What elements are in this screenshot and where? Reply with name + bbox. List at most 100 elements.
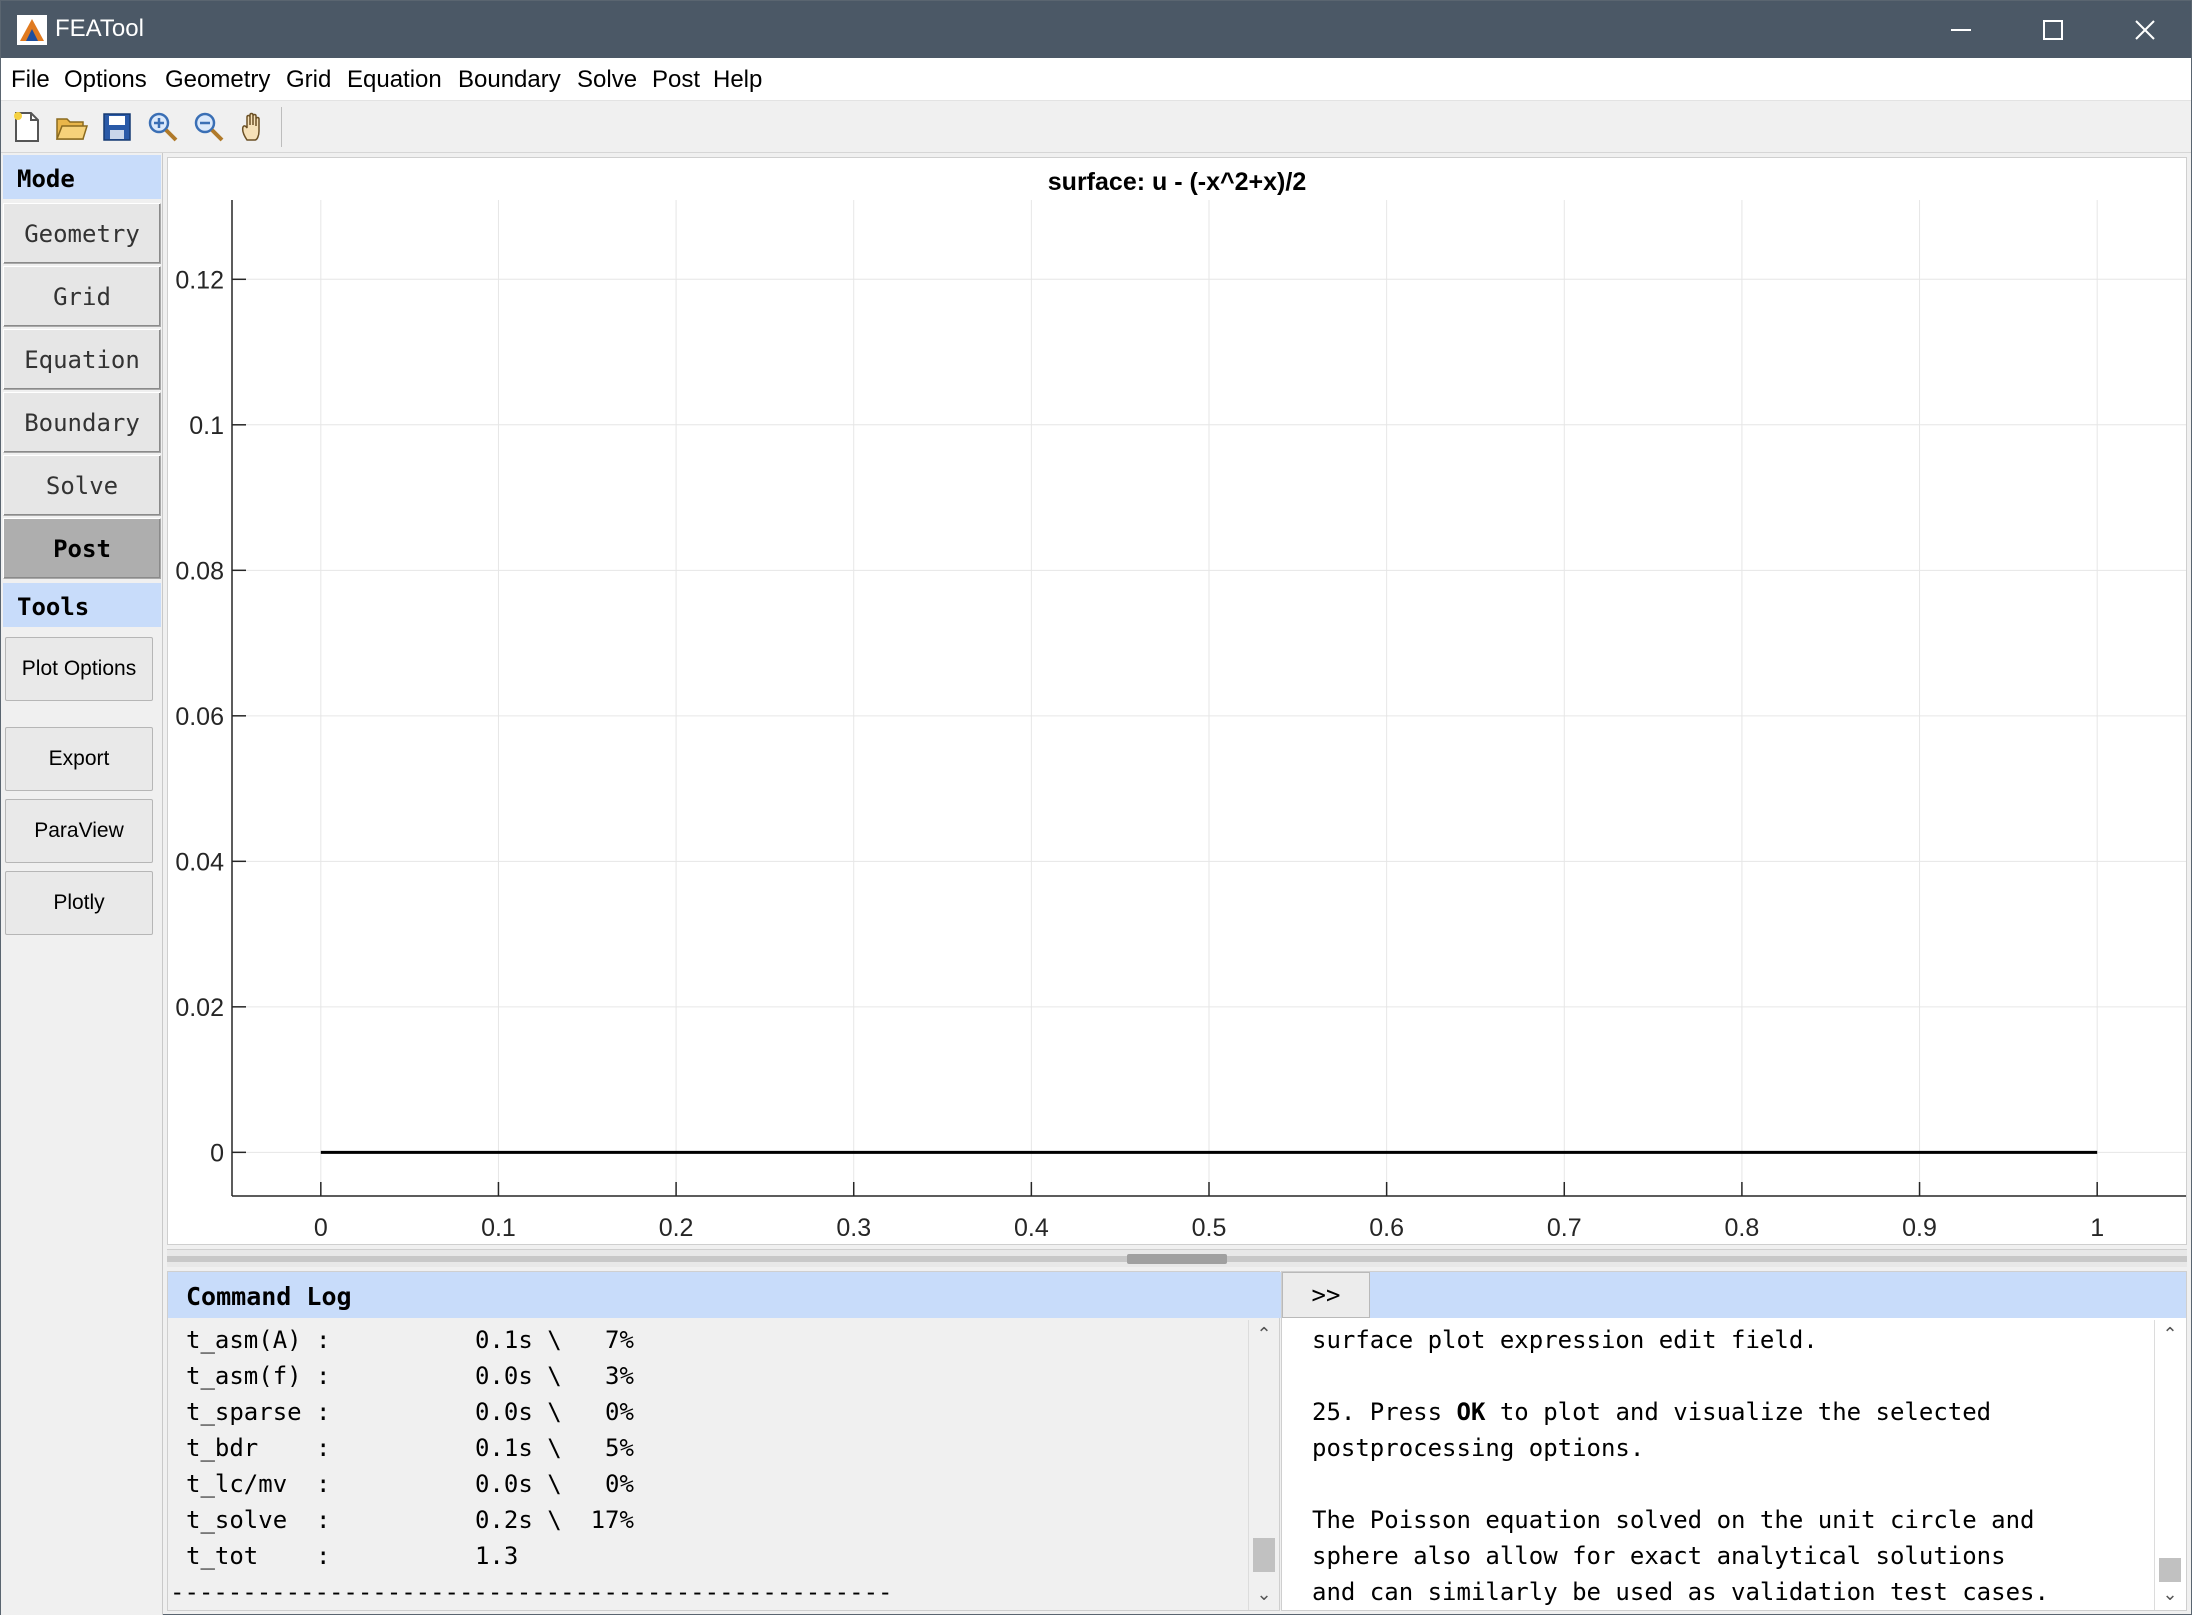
- help-line-step: 25. Press OK to plot and visualize the s…: [1312, 1398, 1991, 1426]
- app-window: FEATool File Options Geometry Grid Equat…: [0, 0, 2192, 1615]
- title-bar: FEATool: [1, 1, 2191, 58]
- help-line: and can similarly be used as validation …: [1312, 1578, 2049, 1606]
- help-step-prefix: 25. Press: [1312, 1398, 1457, 1426]
- minimize-icon: [1951, 28, 1971, 31]
- plotly-button[interactable]: Plotly: [5, 871, 153, 935]
- minimize-button[interactable]: [1915, 1, 2007, 58]
- x-tick-label: 0.8: [1725, 1214, 1760, 1242]
- featool-logo-icon: [17, 15, 47, 45]
- paraview-button[interactable]: ParaView: [5, 799, 153, 863]
- zoom-in-button[interactable]: [143, 107, 183, 147]
- x-tick-label: 0.9: [1902, 1214, 1937, 1242]
- plot-axes[interactable]: 0 0.1 0.2 0.3 0.4 0.5 0.6 0.7 0.8 0.9 1 0 0.02 0.04 0.…: [168, 158, 2186, 1244]
- scroll-down-icon[interactable]: ⌄: [1249, 1580, 1279, 1608]
- window-title: FEATool: [55, 15, 144, 42]
- new-file-icon: [14, 112, 39, 142]
- zoom-out-button[interactable]: [189, 107, 229, 147]
- menu-equation[interactable]: Equation: [347, 66, 442, 94]
- menu-options[interactable]: Options: [64, 66, 147, 94]
- expand-help-button[interactable]: >>: [1282, 1272, 1370, 1318]
- menu-file[interactable]: File: [11, 66, 50, 94]
- export-button[interactable]: Export: [5, 727, 153, 791]
- help-line: postprocessing options.: [1312, 1434, 1645, 1462]
- menu-boundary[interactable]: Boundary: [458, 66, 561, 94]
- x-tick-label: 0: [314, 1214, 328, 1242]
- command-log-header: Command Log: [168, 1272, 1281, 1318]
- y-tick-label: 0.08: [175, 557, 224, 585]
- toolbar-separator: [281, 107, 282, 147]
- pan-hand-icon: [241, 112, 260, 141]
- save-button[interactable]: [97, 107, 137, 147]
- mode-geometry-button[interactable]: Geometry: [3, 203, 161, 264]
- help-text[interactable]: surface plot expression edit field. 25. …: [1282, 1320, 2154, 1610]
- open-folder-icon: [55, 118, 88, 140]
- y-tick-label: 0: [210, 1139, 224, 1167]
- mode-grid-button[interactable]: Grid: [3, 266, 161, 327]
- scroll-up-icon[interactable]: ⌃: [1249, 1320, 1279, 1348]
- y-tick-label: 0.12: [175, 266, 224, 294]
- log-line: t_sparse : 0.0s \ 0%: [186, 1398, 634, 1426]
- scroll-up-icon[interactable]: ⌃: [2155, 1320, 2185, 1348]
- menu-bar: File Options Geometry Grid Equation Boun…: [1, 58, 2191, 101]
- x-tick-label: 1: [2090, 1214, 2104, 1242]
- x-tick-label: 0.7: [1547, 1214, 1582, 1242]
- panel-splitter[interactable]: [167, 1249, 2187, 1267]
- pan-button[interactable]: [235, 107, 275, 147]
- plot-options-button[interactable]: Plot Options: [5, 637, 153, 701]
- scroll-thumb[interactable]: [1253, 1538, 1275, 1572]
- mode-post-button[interactable]: Post: [3, 518, 161, 579]
- x-tick-label: 0.3: [836, 1214, 871, 1242]
- close-icon: [2135, 19, 2155, 40]
- help-step-suffix: to plot and visualize the selected: [1485, 1398, 1992, 1426]
- log-line: t_asm(A) : 0.1s \ 7%: [186, 1326, 634, 1354]
- x-tick-label: 0.4: [1014, 1214, 1049, 1242]
- log-line: t_bdr : 0.1s \ 5%: [186, 1434, 634, 1462]
- mode-header: Mode: [3, 155, 161, 199]
- x-tick-label: 0.1: [481, 1214, 516, 1242]
- y-tick-label: 0.1: [189, 412, 224, 440]
- mode-solve-button[interactable]: Solve: [3, 455, 161, 516]
- command-log-text[interactable]: t_asm(A) : 0.1s \ 7% t_asm(f) : 0.0s \ 3…: [168, 1320, 1248, 1610]
- sidebar: Mode Geometry Grid Equation Boundary Sol…: [1, 153, 163, 1615]
- x-tick-label: 0.2: [659, 1214, 694, 1242]
- log-line: t_solve : 0.2s \ 17%: [186, 1506, 634, 1534]
- y-tick-label: 0.04: [175, 848, 224, 876]
- open-file-button[interactable]: [51, 107, 91, 147]
- maximize-icon: [2043, 19, 2063, 40]
- menu-geometry[interactable]: Geometry: [165, 66, 270, 94]
- help-scrollbar[interactable]: ⌃ ⌄: [2154, 1320, 2184, 1610]
- log-line: ----------------------------------------…: [170, 1578, 893, 1606]
- menu-help[interactable]: Help: [713, 66, 762, 94]
- save-icon: [103, 113, 131, 141]
- splitter-handle[interactable]: [1127, 1254, 1227, 1264]
- log-line: t_asm(f) : 0.0s \ 3%: [186, 1362, 634, 1390]
- help-panel: >> surface plot expression edit field. 2…: [1281, 1271, 2187, 1611]
- x-tick-label: 0.5: [1192, 1214, 1227, 1242]
- maximize-button[interactable]: [2007, 1, 2099, 58]
- scroll-thumb[interactable]: [2159, 1558, 2181, 1582]
- menu-solve[interactable]: Solve: [577, 66, 637, 94]
- scroll-down-icon[interactable]: ⌄: [2155, 1580, 2185, 1608]
- help-step-ok: OK: [1456, 1398, 1486, 1426]
- log-line: t_tot : 1.3: [186, 1542, 519, 1570]
- close-button[interactable]: [2099, 1, 2191, 58]
- mode-equation-button[interactable]: Equation: [3, 329, 161, 390]
- tools-header: Tools: [3, 583, 161, 627]
- toolbar: [1, 101, 2191, 153]
- y-tick-label: 0.06: [175, 703, 224, 731]
- mode-boundary-button[interactable]: Boundary: [3, 392, 161, 453]
- menu-grid[interactable]: Grid: [286, 66, 331, 94]
- plot-panel: surface: u - (-x^2+x)/2 0 0.1 0.2 0.3 0.4 0.5…: [167, 157, 2187, 1245]
- help-header: [1370, 1272, 2186, 1318]
- log-line: t_lc/mv : 0.0s \ 0%: [186, 1470, 634, 1498]
- command-log-scrollbar[interactable]: ⌃ ⌄: [1248, 1320, 1278, 1610]
- zoom-in-icon: [148, 112, 178, 142]
- y-tick-label: 0.02: [175, 994, 224, 1022]
- x-tick-label: 0.6: [1369, 1214, 1404, 1242]
- zoom-out-icon: [194, 112, 224, 142]
- help-line: surface plot expression edit field.: [1312, 1326, 1818, 1354]
- command-log-panel: Command Log t_asm(A) : 0.1s \ 7% t_asm(f…: [167, 1271, 1281, 1611]
- help-line: The Poisson equation solved on the unit …: [1312, 1506, 2035, 1534]
- menu-post[interactable]: Post: [652, 66, 700, 94]
- new-file-button[interactable]: [7, 107, 47, 147]
